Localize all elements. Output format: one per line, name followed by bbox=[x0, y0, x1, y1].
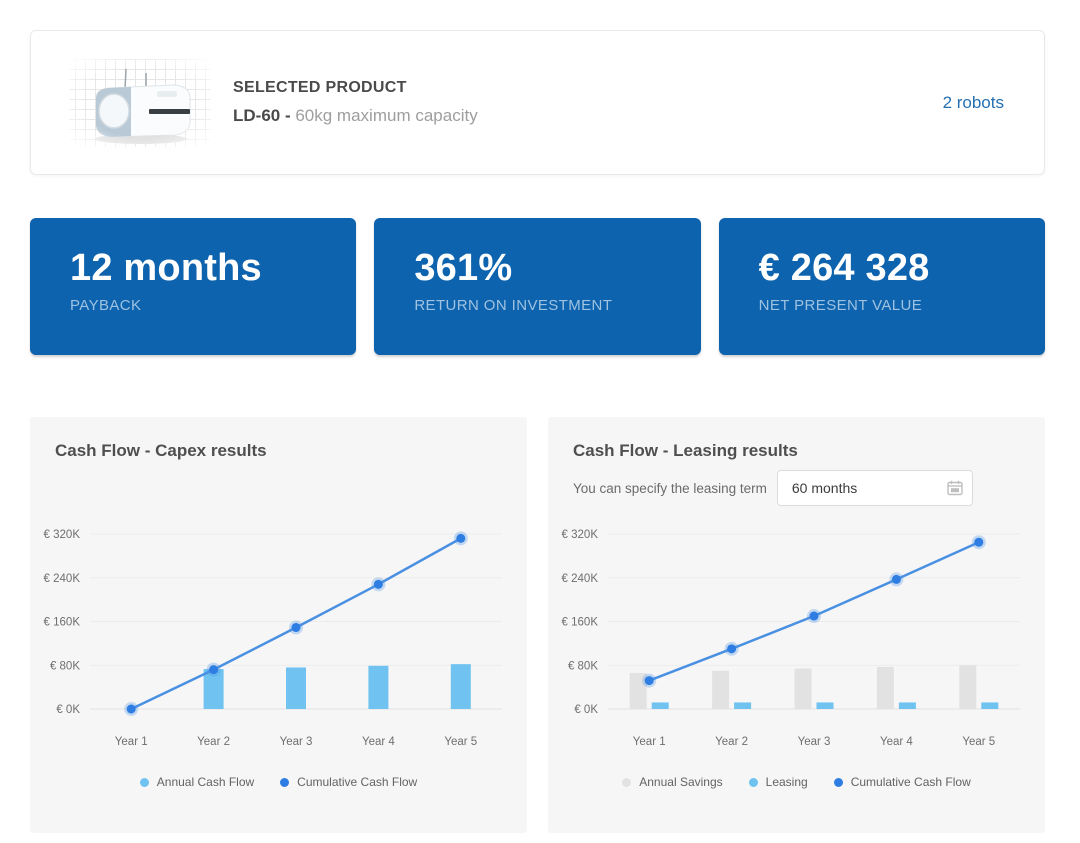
gridlines: € 0K € 80K € 160K € 240K € 320K bbox=[44, 529, 502, 716]
legend-label: Leasing bbox=[766, 775, 808, 789]
bars-annual-cash-flow bbox=[204, 664, 471, 709]
calendar-icon[interactable] bbox=[947, 480, 963, 496]
x-axis-label: Year 3 bbox=[280, 736, 313, 748]
x-axis-labels: Year 1 Year 2 Year 3 Year 4 Year 5 bbox=[633, 736, 995, 748]
data-point bbox=[974, 538, 983, 547]
leasing-chart-card: Cash Flow - Leasing results You can spec… bbox=[548, 417, 1045, 833]
payback-label: PAYBACK bbox=[70, 297, 336, 314]
x-axis-label: Year 4 bbox=[880, 736, 913, 748]
x-axis-labels: Year 1 Year 2 Year 3 Year 4 Year 5 bbox=[115, 736, 477, 748]
data-point bbox=[456, 534, 465, 543]
y-axis-label: € 160K bbox=[44, 617, 81, 629]
bar bbox=[795, 669, 812, 709]
legend-dot bbox=[749, 778, 758, 787]
selected-product-card: SELECTED PRODUCT LD-60 - 60kg maximum ca… bbox=[30, 30, 1045, 175]
y-axis-label: € 320K bbox=[562, 529, 599, 541]
y-axis-label: € 0K bbox=[56, 704, 80, 716]
capex-chart: € 0K€ 80K€ 160K€ 240K€ 320KYear 1Year 2Y… bbox=[30, 517, 527, 807]
kpi-card-npv: € 264 328 NET PRESENT VALUE bbox=[719, 218, 1045, 355]
legend-item-annual-savings[interactable]: Annual Savings bbox=[622, 775, 722, 789]
kpi-row: 12 months PAYBACK 361% RETURN ON INVESTM… bbox=[30, 218, 1045, 355]
payback-value: 12 months bbox=[70, 248, 336, 290]
product-info: SELECTED PRODUCT LD-60 - 60kg maximum ca… bbox=[233, 79, 478, 126]
leasing-chart-legend: Annual Savings Leasing Cumulative Cash Flo… bbox=[548, 775, 1045, 789]
product-description: 60kg maximum capacity bbox=[291, 106, 478, 125]
legend-item-cumulative-cash-flow[interactable]: Cumulative Cash Flow bbox=[834, 775, 971, 789]
legend-item-leasing[interactable]: Leasing bbox=[749, 775, 808, 789]
legend-dot bbox=[834, 778, 843, 787]
bars-annual-savings bbox=[630, 665, 977, 709]
data-point bbox=[209, 665, 218, 674]
bar bbox=[286, 667, 306, 709]
x-axis-label: Year 5 bbox=[444, 736, 477, 748]
x-axis-label: Year 1 bbox=[115, 736, 148, 748]
robots-count-link[interactable]: 2 robots bbox=[943, 93, 1004, 113]
charts-row: Cash Flow - Capex results € 0K € 80K € 160… bbox=[30, 417, 1045, 833]
legend-label: Cumulative Cash Flow bbox=[297, 775, 417, 789]
legend-label: Annual Savings bbox=[639, 775, 722, 789]
bar bbox=[899, 702, 916, 709]
legend-label: Annual Cash Flow bbox=[157, 775, 254, 789]
bar bbox=[959, 665, 976, 709]
y-axis-label: € 160K bbox=[562, 617, 599, 629]
roi-dashboard: SELECTED PRODUCT LD-60 - 60kg maximum ca… bbox=[0, 0, 1080, 843]
bar bbox=[817, 702, 834, 709]
data-point bbox=[127, 705, 136, 714]
x-axis-label: Year 2 bbox=[197, 736, 230, 748]
line-cumulative-cash-flow bbox=[642, 535, 986, 687]
data-point bbox=[892, 575, 901, 584]
bar bbox=[451, 664, 471, 709]
bar bbox=[877, 667, 894, 709]
bar bbox=[368, 666, 388, 709]
legend-dot bbox=[140, 778, 149, 787]
leasing-term-control: You can specify the leasing term bbox=[573, 470, 973, 506]
bar bbox=[652, 702, 669, 709]
kpi-card-payback: 12 months PAYBACK bbox=[30, 218, 356, 355]
x-axis-label: Year 5 bbox=[962, 736, 995, 748]
robot-illustration bbox=[69, 59, 211, 147]
product-image bbox=[69, 59, 211, 147]
y-axis-label: € 240K bbox=[562, 573, 599, 585]
selected-product-heading: SELECTED PRODUCT bbox=[233, 79, 478, 97]
legend-dot bbox=[622, 778, 631, 787]
data-point bbox=[810, 612, 819, 621]
npv-label: NET PRESENT VALUE bbox=[759, 297, 1025, 314]
bars-leasing bbox=[652, 702, 999, 709]
roi-label: RETURN ON INVESTMENT bbox=[414, 297, 680, 314]
data-point bbox=[645, 676, 654, 685]
npv-value: € 264 328 bbox=[759, 248, 1025, 290]
y-axis-label: € 0K bbox=[574, 704, 598, 716]
bar bbox=[734, 702, 751, 709]
product-model: LD-60 - bbox=[233, 106, 291, 125]
roi-value: 361% bbox=[414, 248, 680, 290]
leasing-term-input-wrap bbox=[777, 470, 973, 506]
legend-item-annual-cash-flow[interactable]: Annual Cash Flow bbox=[140, 775, 254, 789]
data-point bbox=[292, 623, 301, 632]
product-subtitle: LD-60 - 60kg maximum capacity bbox=[233, 106, 478, 126]
y-axis-label: € 320K bbox=[44, 529, 81, 541]
data-point bbox=[727, 644, 736, 653]
legend-label: Cumulative Cash Flow bbox=[851, 775, 971, 789]
legend-item-cumulative-cash-flow[interactable]: Cumulative Cash Flow bbox=[280, 775, 417, 789]
capex-chart-legend: Annual Cash Flow Cumulative Cash Flow bbox=[30, 775, 527, 789]
data-point bbox=[374, 580, 383, 589]
capex-chart-card: Cash Flow - Capex results € 0K € 80K € 160… bbox=[30, 417, 527, 833]
x-axis-label: Year 3 bbox=[798, 736, 831, 748]
kpi-card-roi: 361% RETURN ON INVESTMENT bbox=[374, 218, 700, 355]
leasing-chart-title: Cash Flow - Leasing results bbox=[573, 441, 1045, 461]
x-axis-label: Year 4 bbox=[362, 736, 395, 748]
legend-dot bbox=[280, 778, 289, 787]
leasing-term-input[interactable] bbox=[777, 470, 973, 506]
bar bbox=[981, 702, 998, 709]
capex-chart-title: Cash Flow - Capex results bbox=[55, 441, 527, 461]
y-axis-label: € 240K bbox=[44, 573, 81, 585]
leasing-term-label: You can specify the leasing term bbox=[573, 481, 767, 496]
y-axis-label: € 80K bbox=[568, 660, 598, 672]
leasing-chart: € 0K€ 80K€ 160K€ 240K€ 320KYear 1Year 2Y… bbox=[548, 517, 1045, 807]
y-axis-label: € 80K bbox=[50, 660, 80, 672]
bar bbox=[712, 671, 729, 709]
x-axis-label: Year 1 bbox=[633, 736, 666, 748]
x-axis-label: Year 2 bbox=[715, 736, 748, 748]
